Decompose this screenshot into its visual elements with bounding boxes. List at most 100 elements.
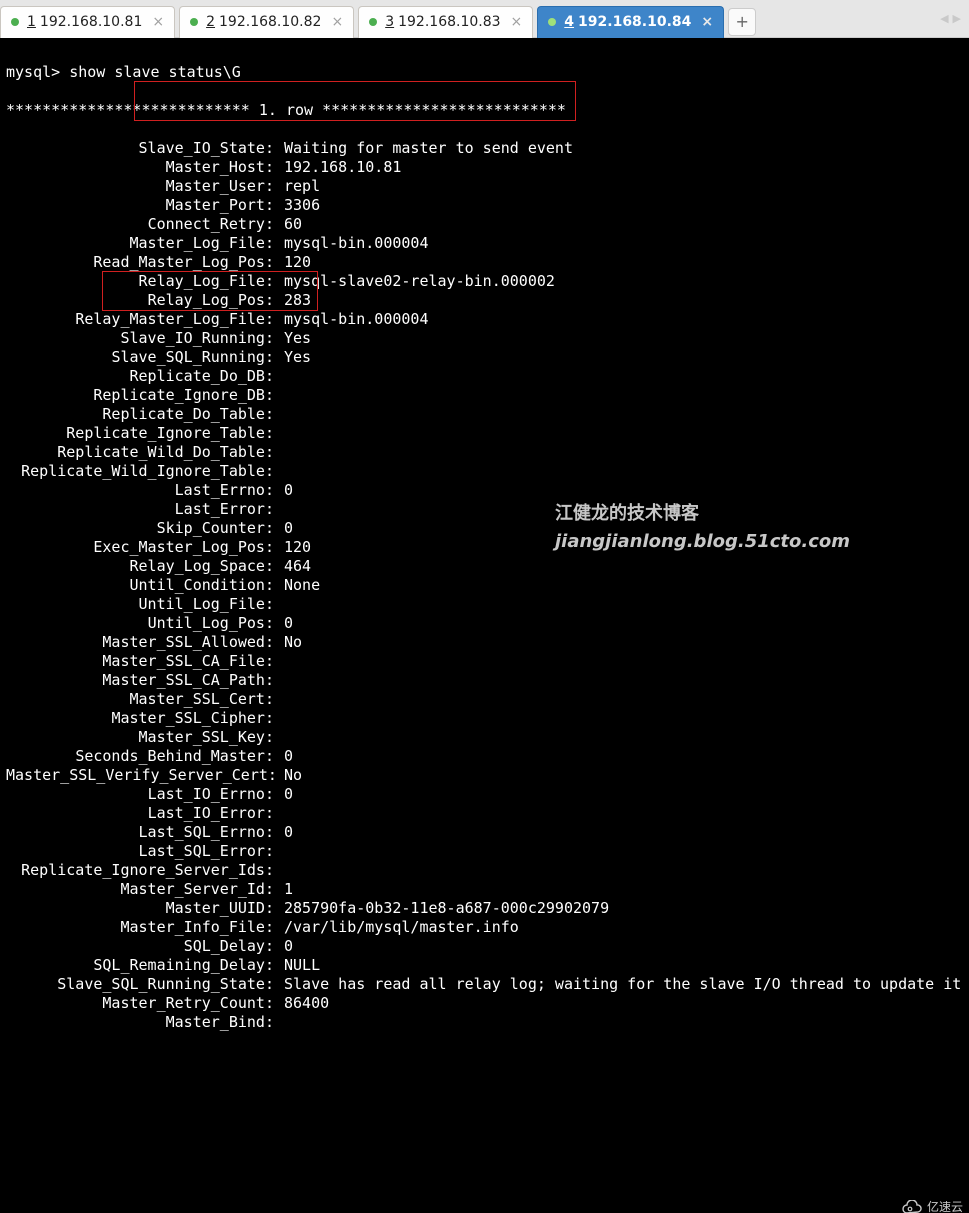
- status-dot-icon: [369, 18, 377, 26]
- tab-accelerator: 3: [385, 14, 394, 30]
- field-label: Replicate_Ignore_DB:: [6, 386, 274, 405]
- status-row: Relay_Master_Log_File:mysql-bin.000004: [6, 310, 963, 329]
- status-row: Master_SSL_Cipher:: [6, 709, 963, 728]
- field-value: 3306: [274, 196, 320, 214]
- field-label: Last_IO_Error:: [6, 804, 274, 823]
- new-tab-button[interactable]: +: [728, 8, 756, 36]
- close-icon[interactable]: ×: [691, 14, 713, 30]
- field-label: Last_IO_Errno:: [6, 785, 274, 804]
- field-label: Master_SSL_Cipher:: [6, 709, 274, 728]
- status-row: Replicate_Wild_Do_Table:: [6, 443, 963, 462]
- field-label: Seconds_Behind_Master:: [6, 747, 274, 766]
- close-icon[interactable]: ×: [142, 14, 164, 30]
- field-label: Exec_Master_Log_Pos:: [6, 538, 274, 557]
- status-row: Master_Host:192.168.10.81: [6, 158, 963, 177]
- status-row: Relay_Log_Space:464: [6, 557, 963, 576]
- field-value: 283: [274, 291, 311, 309]
- field-label: Last_Errno:: [6, 481, 274, 500]
- field-label: Relay_Master_Log_File:: [6, 310, 274, 329]
- field-label: Replicate_Wild_Ignore_Table:: [6, 462, 274, 481]
- close-icon[interactable]: ×: [321, 14, 343, 30]
- status-row: Slave_SQL_Running_State:Slave has read a…: [6, 975, 963, 994]
- field-value: 120: [274, 253, 311, 271]
- field-value: mysql-bin.000004: [274, 234, 429, 252]
- tab-bar: 1 192.168.10.81 × 2 192.168.10.82 × 3 19…: [0, 0, 969, 38]
- field-label: Until_Log_File:: [6, 595, 274, 614]
- field-label: Connect_Retry:: [6, 215, 274, 234]
- field-value: 0: [274, 823, 293, 841]
- status-row: Replicate_Do_DB:: [6, 367, 963, 386]
- field-value: [274, 804, 284, 822]
- status-row: Master_SSL_CA_File:: [6, 652, 963, 671]
- status-row: Master_Log_File:mysql-bin.000004: [6, 234, 963, 253]
- status-row: Master_SSL_Cert:: [6, 690, 963, 709]
- tab-4[interactable]: 4 192.168.10.84 ×: [537, 6, 724, 38]
- tab-2[interactable]: 2 192.168.10.82 ×: [179, 6, 354, 38]
- status-row: Master_Bind:: [6, 1013, 963, 1032]
- status-dot-icon: [11, 18, 19, 26]
- status-row: Master_Info_File:/var/lib/mysql/master.i…: [6, 918, 963, 937]
- status-row: Slave_IO_Running:Yes: [6, 329, 963, 348]
- field-value: [274, 367, 284, 385]
- field-label: Last_Error:: [6, 500, 274, 519]
- field-label: Until_Log_Pos:: [6, 614, 274, 633]
- terminal-output[interactable]: mysql> show slave status\G *************…: [0, 38, 969, 1213]
- tab-accelerator: 2: [206, 14, 215, 30]
- field-value: [274, 595, 284, 613]
- status-row: Replicate_Ignore_Table:: [6, 424, 963, 443]
- field-value: [274, 690, 284, 708]
- field-label: Read_Master_Log_Pos:: [6, 253, 274, 272]
- field-value: [274, 709, 284, 727]
- status-row: Relay_Log_Pos:283: [6, 291, 963, 310]
- field-value: [274, 842, 284, 860]
- field-label: Master_Info_File:: [6, 918, 274, 937]
- status-row: Skip_Counter:0: [6, 519, 963, 538]
- field-value: 192.168.10.81: [274, 158, 401, 176]
- status-dot-icon: [548, 18, 556, 26]
- field-label: Master_Retry_Count:: [6, 994, 274, 1013]
- field-label: Master_SSL_CA_Path:: [6, 671, 274, 690]
- field-label: Master_SSL_Allowed:: [6, 633, 274, 652]
- status-row: SQL_Delay:0: [6, 937, 963, 956]
- status-row: Last_Errno:0: [6, 481, 963, 500]
- status-row: Master_User:repl: [6, 177, 963, 196]
- close-icon[interactable]: ×: [501, 14, 523, 30]
- field-label: Skip_Counter:: [6, 519, 274, 538]
- field-value: 464: [274, 557, 311, 575]
- row-header: *************************** 1. row *****…: [6, 101, 963, 120]
- field-value: 0: [274, 937, 293, 955]
- status-row: Replicate_Ignore_Server_Ids:: [6, 861, 963, 880]
- status-row: Last_IO_Errno:0: [6, 785, 963, 804]
- status-row: Slave_SQL_Running:Yes: [6, 348, 963, 367]
- field-label: Master_SSL_Cert:: [6, 690, 274, 709]
- field-value: [274, 424, 284, 442]
- status-row: Master_SSL_Verify_Server_Cert:No: [6, 766, 963, 785]
- tab-label: 192.168.10.84: [578, 14, 691, 30]
- status-dot-icon: [190, 18, 198, 26]
- tab-label: 192.168.10.81: [40, 14, 142, 30]
- field-value: No: [274, 633, 302, 651]
- plus-icon: +: [735, 12, 748, 31]
- field-value: NULL: [274, 956, 320, 974]
- field-value: 60: [274, 215, 302, 233]
- corner-logo-text: 亿速云: [927, 1198, 963, 1213]
- field-label: Replicate_Do_DB:: [6, 367, 274, 386]
- field-value: [274, 462, 284, 480]
- field-value: [274, 861, 284, 879]
- field-value: /var/lib/mysql/master.info: [274, 918, 519, 936]
- scroll-right-icon[interactable]: ▶: [951, 12, 963, 25]
- tab-3[interactable]: 3 192.168.10.83 ×: [358, 6, 533, 38]
- status-row: Read_Master_Log_Pos:120: [6, 253, 963, 272]
- field-label: Relay_Log_Space:: [6, 557, 274, 576]
- field-label: Master_Host:: [6, 158, 274, 177]
- field-value: 0: [274, 481, 293, 499]
- scroll-left-icon[interactable]: ◀: [938, 12, 950, 25]
- field-value: Yes: [274, 329, 311, 347]
- tab-accelerator: 4: [564, 14, 574, 30]
- tab-1[interactable]: 1 192.168.10.81 ×: [0, 6, 175, 38]
- corner-logo: 亿速云: [901, 1198, 963, 1213]
- status-row: Master_Server_Id:1: [6, 880, 963, 899]
- field-label: Master_User:: [6, 177, 274, 196]
- field-value: 0: [274, 614, 293, 632]
- tab-scroll-arrows: ◀ ▶: [938, 12, 969, 25]
